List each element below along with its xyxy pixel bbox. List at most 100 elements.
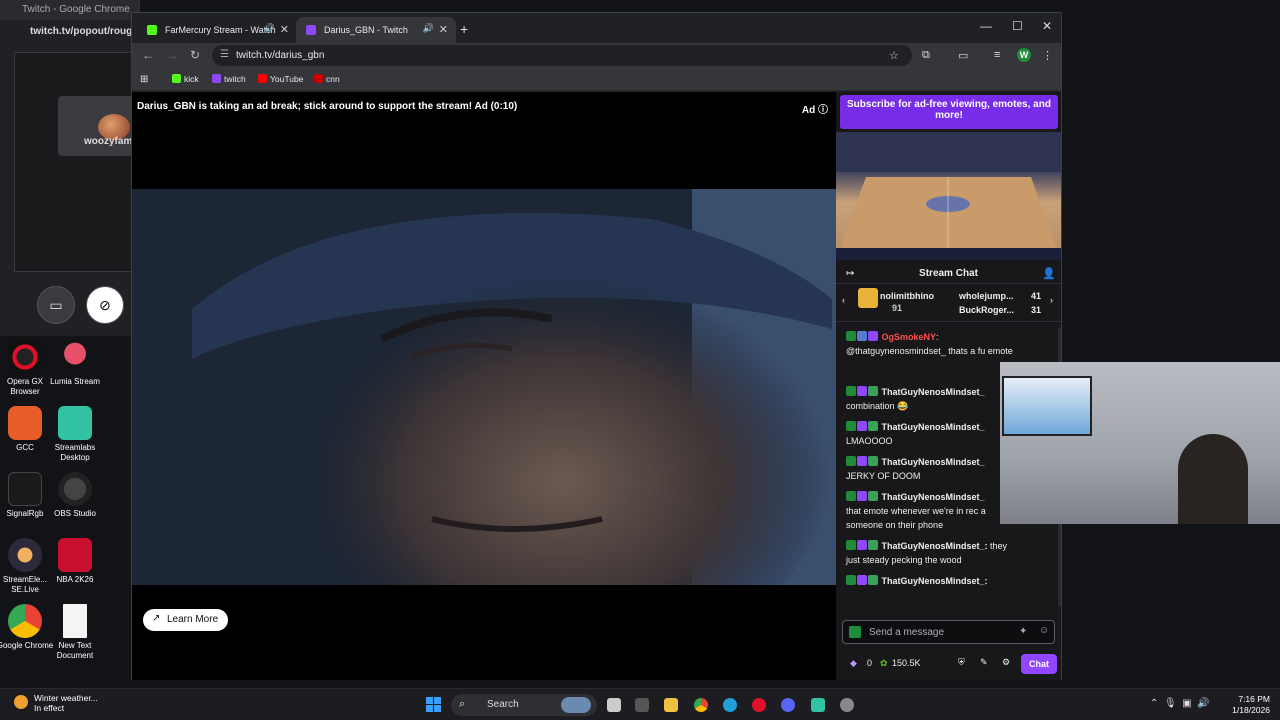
desktop-icon-obs[interactable]: OBS Studio bbox=[45, 472, 105, 519]
twitch-page: Darius_GBN is taking an ad break; stick … bbox=[132, 92, 1061, 680]
chat-username[interactable]: ThatGuyNenosMindset_: bbox=[882, 541, 988, 551]
reading-list-icon[interactable]: ≡ bbox=[994, 49, 1000, 61]
address-bar[interactable]: ☰ twitch.tv/darius_gbn bbox=[212, 45, 912, 66]
info-icon[interactable]: ⓘ bbox=[818, 105, 828, 116]
microphone-icon[interactable]: 🎙 bbox=[1164, 698, 1177, 709]
taskbar: Winter weather... In effect ⌕ Search ⌃ 🎙… bbox=[0, 688, 1280, 720]
edge-icon[interactable] bbox=[723, 698, 737, 712]
close-window-icon[interactable]: ✕ bbox=[1042, 19, 1052, 33]
maximize-icon[interactable]: ☐ bbox=[1012, 19, 1023, 33]
taskbar-search[interactable]: ⌕ Search bbox=[451, 694, 597, 716]
camera-off-icon[interactable]: ⊘ bbox=[86, 286, 124, 324]
sparkle-icon[interactable]: ✦ bbox=[1019, 626, 1027, 637]
chat-input[interactable]: Send a message ✦ ☺ bbox=[842, 620, 1055, 644]
new-tab-button[interactable]: + bbox=[460, 21, 468, 37]
site-info-icon[interactable]: ☰ bbox=[220, 49, 229, 60]
opera-gx-taskbar-icon[interactable] bbox=[752, 698, 766, 712]
forward-icon[interactable]: → bbox=[166, 48, 178, 62]
learn-more-button[interactable]: ↗ Learn More bbox=[143, 609, 229, 631]
bits-icon[interactable]: ◆ bbox=[850, 658, 857, 669]
chat-username[interactable]: ThatGuyNenosMindset_: bbox=[882, 576, 988, 586]
chat-send-button[interactable]: Chat bbox=[1021, 654, 1057, 674]
chat-username[interactable]: ThatGuyNenosMindset_ bbox=[882, 422, 985, 432]
cast-icon[interactable]: ▭ bbox=[958, 49, 968, 62]
apps-grid-icon[interactable]: ⊞ bbox=[140, 74, 148, 85]
bookmark-twitch[interactable]: twitch bbox=[212, 74, 246, 84]
gifter-name[interactable]: wholejump... bbox=[959, 291, 1014, 301]
streamlabs-taskbar-icon[interactable] bbox=[811, 698, 825, 712]
webcam-overlay bbox=[1000, 362, 1280, 524]
weather-title: Winter weather... bbox=[34, 693, 98, 703]
system-tray[interactable]: ⌃ 🎙 ▣ 🔊 bbox=[1150, 698, 1210, 709]
bookmark-youtube[interactable]: YouTube bbox=[258, 74, 303, 84]
back-icon[interactable]: ← bbox=[142, 48, 154, 62]
chevron-left-icon[interactable]: ‹ bbox=[842, 295, 845, 305]
desktop-icon-new-text-document[interactable]: New Text Document bbox=[45, 604, 105, 661]
windows-start-icon[interactable] bbox=[426, 697, 442, 713]
desktop-icon-nba2k26[interactable]: NBA 2K26 bbox=[45, 538, 105, 585]
desktop-icon-lumia-stream[interactable]: Lumia Stream bbox=[45, 340, 105, 387]
bookmark-cnn[interactable]: cnn bbox=[314, 74, 340, 84]
speaker-icon[interactable]: 🔊 bbox=[264, 23, 275, 34]
chat-username[interactable]: OgSmokeNY bbox=[882, 332, 937, 342]
chat-text: @thatguynenosmindset_ thats a fu emote bbox=[846, 346, 1013, 356]
video-player[interactable]: Darius_GBN is taking an ad break; stick … bbox=[132, 92, 836, 680]
ad-badge[interactable]: Ad ⓘ bbox=[802, 101, 828, 116]
mini-stream-preview[interactable] bbox=[836, 132, 1061, 260]
settings-taskbar-icon[interactable] bbox=[840, 698, 854, 712]
desktop-icon-streamlabs[interactable]: Streamlabs Desktop bbox=[45, 406, 105, 463]
menu-icon[interactable]: ⋮ bbox=[1042, 49, 1053, 62]
clock[interactable]: 7:16 PM 1/18/2026 bbox=[1232, 694, 1270, 716]
extensions-icon[interactable]: ⧉ bbox=[922, 49, 930, 62]
channel-points-icon[interactable]: ✿ bbox=[880, 658, 888, 669]
badge-icon bbox=[857, 575, 867, 585]
file-explorer-icon[interactable] bbox=[664, 698, 678, 712]
badge-icon[interactable] bbox=[849, 626, 861, 638]
monitor-icon[interactable]: ▭ bbox=[37, 286, 75, 324]
ad-video-frame[interactable] bbox=[132, 189, 836, 585]
close-tab-icon[interactable]: ✕ bbox=[439, 23, 448, 36]
network-icon[interactable]: ▣ bbox=[1182, 698, 1191, 709]
shield-icon[interactable]: ⛨ bbox=[958, 657, 965, 668]
weather-widget[interactable]: Winter weather... In effect bbox=[14, 693, 98, 713]
chevron-up-icon[interactable]: ⌃ bbox=[1150, 698, 1158, 709]
desktop-icon-label: NBA 2K26 bbox=[56, 575, 94, 584]
background-browser-window: Twitch - Google Chrome twitch.tv/popout/… bbox=[0, 0, 140, 336]
gifter-name[interactable]: BuckRoger... bbox=[959, 305, 1014, 315]
badge-icon bbox=[846, 540, 856, 550]
chat-message: ThatGuyNenosMindset_ JERKY OF DOOM bbox=[846, 455, 1021, 483]
gear-icon[interactable]: ⚙ bbox=[1002, 657, 1010, 668]
chat-username[interactable]: ThatGuyNenosMindset_ bbox=[882, 457, 985, 467]
chat-footer: ◆ 0 ✿ 150.5K ⛨ ✎ ⚙ Chat bbox=[836, 652, 1061, 676]
gifter-name[interactable]: nolimitbhino bbox=[880, 291, 934, 301]
bookmark-star-icon[interactable]: ☆ bbox=[889, 49, 899, 62]
profile-avatar[interactable]: W bbox=[1017, 48, 1031, 62]
chrome-taskbar-icon[interactable] bbox=[694, 698, 708, 712]
chat-message: ThatGuyNenosMindset_ LMAOOOO bbox=[846, 420, 1021, 448]
tab-farmercury[interactable]: FarMercury Stream - Watch 🔊 ✕ bbox=[137, 17, 297, 43]
task-view-icon[interactable] bbox=[607, 698, 621, 712]
reload-icon[interactable]: ↻ bbox=[190, 48, 200, 62]
volume-icon[interactable]: 🔊 bbox=[1197, 698, 1209, 709]
community-icon[interactable]: 👤 bbox=[1042, 267, 1056, 280]
tab-darius-gbn[interactable]: Darius_GBN - Twitch 🔊 ✕ bbox=[296, 17, 456, 43]
badge-icon bbox=[846, 421, 856, 431]
emote-picker-icon[interactable]: ☺ bbox=[1039, 625, 1049, 636]
chat-message: ThatGuyNenosMindset_: they just steady p… bbox=[846, 539, 1021, 567]
close-tab-icon[interactable]: ✕ bbox=[280, 23, 289, 36]
minimize-icon[interactable]: — bbox=[980, 19, 992, 33]
bg-window-url[interactable]: twitch.tv/popout/rough_ bbox=[0, 20, 139, 44]
speaker-icon[interactable]: 🔊 bbox=[423, 23, 434, 34]
chat-message: ThatGuyNenosMindset_ that emote whenever… bbox=[846, 490, 1021, 532]
pencil-icon[interactable]: ✎ bbox=[980, 657, 988, 668]
streamer-avatar-card[interactable]: woozyfam bbox=[58, 96, 138, 156]
chevron-right-icon[interactable]: › bbox=[1050, 295, 1053, 305]
chat-username[interactable]: ThatGuyNenosMindset_ bbox=[882, 492, 985, 502]
widgets-icon[interactable] bbox=[635, 698, 649, 712]
subscribe-banner[interactable]: Subscribe for ad-free viewing, emotes, a… bbox=[840, 95, 1058, 129]
chrome-icon bbox=[8, 604, 42, 638]
bookmark-kick[interactable]: kick bbox=[172, 74, 199, 84]
discord-icon[interactable] bbox=[781, 698, 795, 712]
badge-icon bbox=[868, 331, 878, 341]
chat-username[interactable]: ThatGuyNenosMindset_ bbox=[882, 387, 985, 397]
